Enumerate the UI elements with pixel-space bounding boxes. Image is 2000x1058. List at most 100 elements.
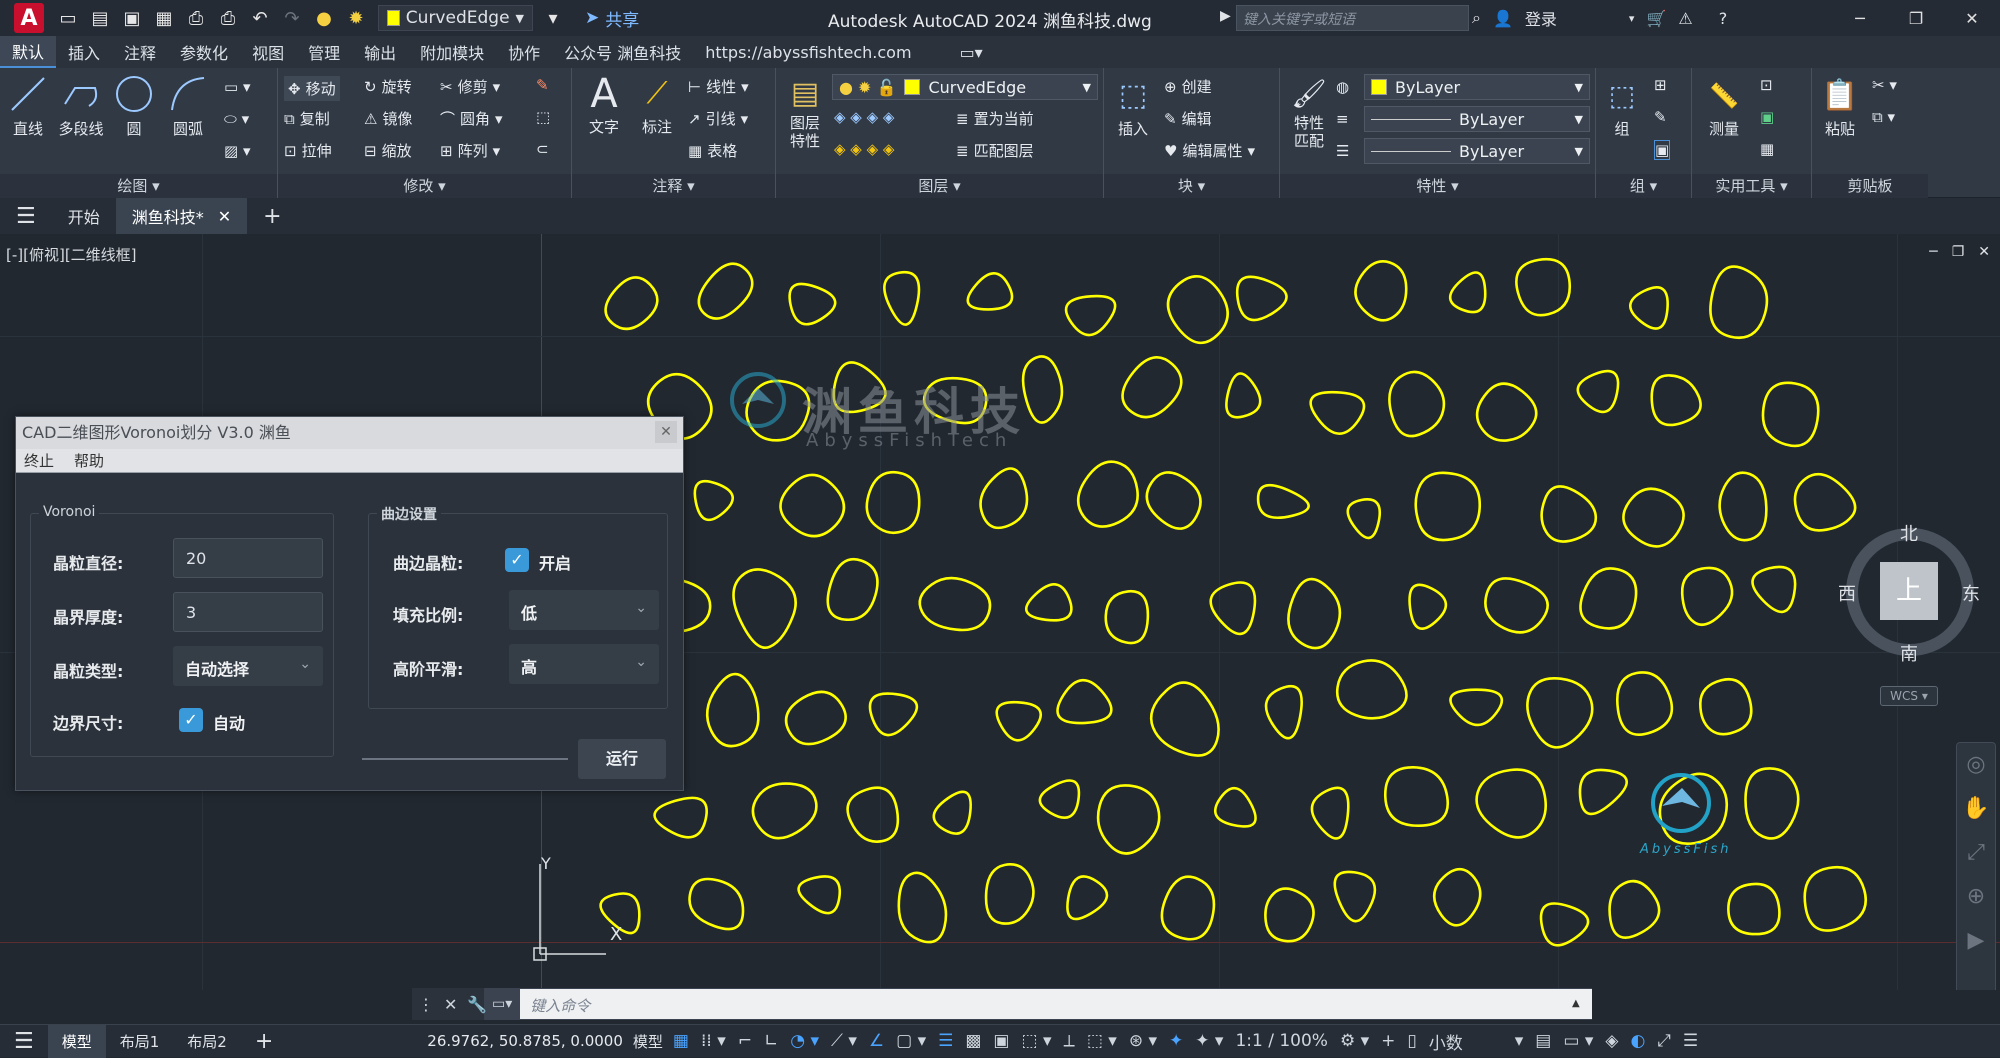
tab-parametric[interactable]: 参数化 <box>168 36 240 68</box>
grain-curve[interactable] <box>1448 271 1487 314</box>
restore-viewport-icon[interactable]: ❐ <box>1952 244 1965 260</box>
linear-button[interactable]: ⊢ 线性 ▾ <box>688 76 749 97</box>
line-button[interactable]: 直线 <box>6 74 50 139</box>
grain-curve[interactable] <box>868 692 919 737</box>
grain-curve[interactable] <box>1209 581 1257 636</box>
grain-curve[interactable] <box>897 871 948 944</box>
layer-tools2-icons[interactable]: ◈ ◈ ◈ ◈ <box>834 140 894 158</box>
table-button[interactable]: ▦ 表格 <box>688 140 737 161</box>
minimize-viewport-icon[interactable]: ─ <box>1929 244 1937 260</box>
panel-group-title[interactable]: 组 ▾ <box>1596 174 1691 198</box>
tab-view[interactable]: 视图 <box>240 36 296 68</box>
mirror-button[interactable]: ⚠ 镜像 <box>364 108 412 129</box>
cut-icon[interactable]: ✂ ▾ <box>1872 76 1897 94</box>
tab-addins[interactable]: 附加模块 <box>408 36 496 68</box>
grain-curve[interactable] <box>1149 681 1220 757</box>
smooth-dropdown[interactable]: 高 ⌄ <box>509 644 659 684</box>
grain-curve[interactable] <box>1539 902 1590 947</box>
coordinates-readout[interactable]: 26.9762, 50.8785, 0.0000 <box>427 1032 623 1050</box>
zoom-icon[interactable]: ⤢ <box>1957 831 1995 875</box>
quick-select-icon[interactable]: ⊡ <box>1760 76 1773 94</box>
grain-curve[interactable] <box>1066 875 1109 921</box>
grain-curve[interactable] <box>1064 294 1117 337</box>
array-button[interactable]: ⊞ 阵列 ▾ <box>440 140 500 161</box>
grain-curve[interactable] <box>1076 460 1139 528</box>
grain-curve[interactable] <box>1484 577 1549 634</box>
compass-north[interactable]: 北 <box>1900 520 1918 546</box>
print-icon[interactable]: ⎙ <box>216 6 240 30</box>
grain-curve[interactable] <box>1475 382 1538 442</box>
annotation-visibility-icon[interactable]: ✦ <box>1169 1031 1183 1051</box>
polyline-button[interactable]: 多段线 <box>56 74 106 139</box>
plot-icon[interactable]: ⎙ <box>184 6 208 30</box>
help-icon[interactable]: ? <box>1719 9 1728 28</box>
clean-screen-icon[interactable]: ⤢ <box>1657 1031 1671 1051</box>
grain-curve[interactable] <box>1104 589 1150 645</box>
layer-dropdown[interactable]: CurvedEdge ▼ <box>378 5 533 31</box>
grain-curve[interactable] <box>779 473 846 538</box>
dynamic-ucs-icon[interactable]: ⟂ <box>1063 1031 1074 1051</box>
group-select-icon[interactable]: ▣ <box>1654 140 1671 160</box>
grain-curve[interactable] <box>1698 678 1753 736</box>
grain-diameter-input[interactable]: 20 <box>173 538 323 578</box>
dialog-close-icon[interactable]: ✕ <box>655 421 677 443</box>
paste-button[interactable]: 📋 粘贴 <box>1818 74 1862 139</box>
erase-icon[interactable]: ✎ <box>536 76 549 94</box>
grain-curve[interactable] <box>688 877 745 931</box>
group-button[interactable]: ⬚ 组 <box>1602 74 1642 139</box>
grain-curve[interactable] <box>1038 779 1081 819</box>
gizmo-icon[interactable]: ⊛ ▾ <box>1129 1031 1157 1051</box>
orbit-icon[interactable]: ⊕ <box>1957 875 1995 919</box>
grain-curve[interactable] <box>1096 784 1161 855</box>
showmotion-icon[interactable]: ▶ <box>1957 919 1995 963</box>
grain-curve[interactable] <box>979 467 1029 530</box>
selection-cycling-icon[interactable]: ▣ <box>993 1031 1009 1051</box>
tab-collaborate[interactable]: 协作 <box>496 36 552 68</box>
model-space-toggle[interactable]: 模型 <box>633 1031 663 1052</box>
copy-button[interactable]: ⧉ 复制 <box>284 108 330 129</box>
circle-button[interactable]: 圆 <box>112 74 156 139</box>
grain-curve[interactable] <box>1744 767 1800 840</box>
grain-curve[interactable] <box>1056 678 1113 725</box>
viewcube-top-face[interactable]: 上 <box>1880 562 1938 620</box>
tab-default[interactable]: 默认 <box>0 36 57 68</box>
layout-menu-icon[interactable]: ☰ <box>0 1025 48 1058</box>
tab-annotate[interactable]: 注释 <box>112 36 168 68</box>
maximize-icon[interactable]: ❐ <box>1888 0 1944 36</box>
grain-curve[interactable] <box>995 700 1043 742</box>
autodesk-a360-icon[interactable]: ⚠ <box>1678 9 1692 28</box>
grain-curve[interactable] <box>788 282 837 326</box>
arc-button[interactable]: 圆弧 <box>166 74 210 139</box>
steering-wheel-icon[interactable]: ◎ <box>1957 743 1995 787</box>
grain-curve[interactable] <box>1388 370 1446 438</box>
grain-curve[interactable] <box>1515 257 1572 317</box>
grain-curve[interactable] <box>1333 870 1377 923</box>
match-properties-button[interactable]: 🖌 特性 匹配 <box>1286 74 1332 150</box>
hamburger-menu-icon[interactable]: ☰ <box>0 198 52 234</box>
run-button[interactable]: 运行 <box>578 739 666 779</box>
grain-curve[interactable] <box>1432 867 1482 927</box>
fillet-button[interactable]: ⌒ 圆角 ▾ <box>440 108 503 129</box>
new-file-icon[interactable]: ▭ <box>56 6 80 30</box>
grain-curve[interactable] <box>784 690 847 746</box>
boundary-size-checkbox[interactable]: ✓ <box>179 708 203 732</box>
offset-icon[interactable]: ⊂ <box>536 140 549 158</box>
layer-tools-icons[interactable]: ◈ ◈ ◈ ◈ <box>834 108 894 126</box>
tab-website[interactable]: https://abyssfishtech.com <box>693 36 923 68</box>
new-tab-icon[interactable]: + <box>247 198 297 234</box>
tab-start[interactable]: 开始 <box>52 198 116 234</box>
calculator-icon[interactable]: ▦ <box>1760 140 1774 158</box>
caret-right-icon[interactable]: ▶ <box>1220 8 1231 24</box>
grain-curve[interactable] <box>1650 374 1702 427</box>
search-icon[interactable]: ⌕ <box>1472 8 1481 28</box>
login-label[interactable]: 登录 <box>1525 6 1557 30</box>
close-viewport-icon[interactable]: ✕ <box>1978 244 1990 260</box>
tab-layout2[interactable]: 布局2 <box>173 1025 241 1058</box>
grain-type-dropdown[interactable]: 自动选择 ⌄ <box>173 646 323 686</box>
grain-curve[interactable] <box>1346 498 1382 540</box>
grain-curve[interactable] <box>1616 671 1674 736</box>
grain-curve[interactable] <box>1264 684 1303 740</box>
edit-block-button[interactable]: ✎ 编辑 <box>1164 108 1212 129</box>
grain-curve[interactable] <box>1475 768 1547 839</box>
grain-curve[interactable] <box>1383 765 1450 828</box>
